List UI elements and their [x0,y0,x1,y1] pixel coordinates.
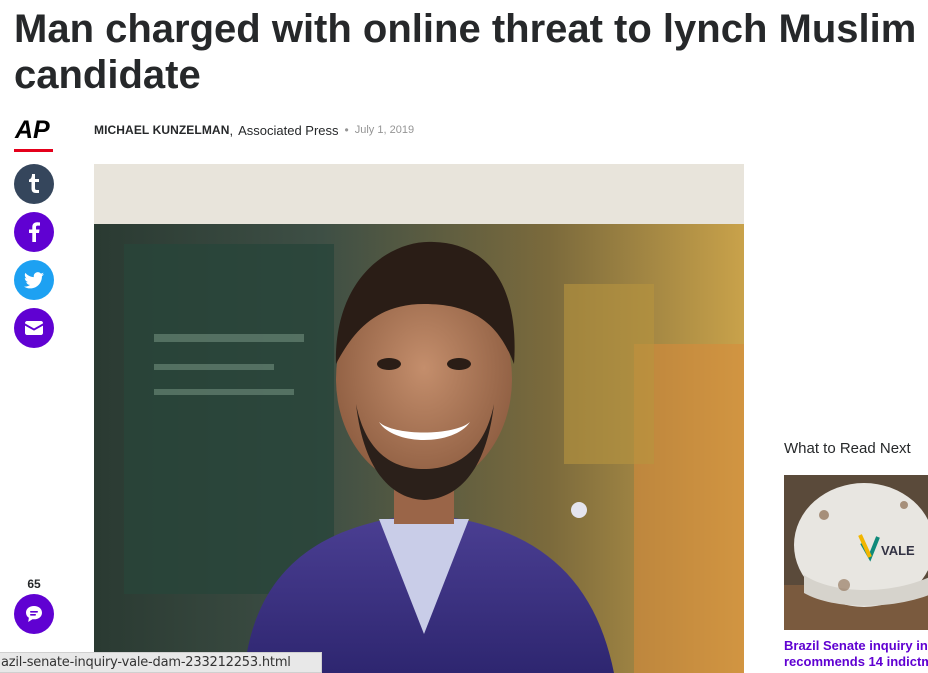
share-facebook-button[interactable] [14,212,54,252]
ap-logo-icon: AP [14,116,50,144]
provider-name[interactable]: Associated Press [238,123,338,138]
candidate-portrait-image [94,164,744,673]
ap-logo-underline [14,149,53,152]
email-icon [25,321,43,335]
helmet-image: VALE [784,475,928,630]
comment-count[interactable]: 65 [14,577,54,591]
ap-logo-text: AP [14,116,50,144]
byline-separator: • [344,123,349,137]
byline: MICHAEL KUNZELMAN , Associated Press • J… [94,121,414,139]
tumblr-icon [29,174,39,193]
what-to-read-next-heading: What to Read Next [784,440,911,457]
helmet-brand-text: VALE [881,543,915,558]
share-email-button[interactable] [14,308,54,348]
read-next-headline[interactable]: Brazil Senate inquiry in recommends 14 i… [784,638,928,670]
author-name[interactable]: MICHAEL KUNZELMAN [94,123,229,137]
article-headline: Man charged with online threat to lynch … [14,7,917,97]
share-twitter-button[interactable] [14,260,54,300]
article-hero-image[interactable] [94,164,744,673]
comments-button[interactable] [14,594,54,634]
byline-comma: , [229,122,234,138]
publisher-logo[interactable]: AP [14,114,53,152]
status-bar-url: azil-senate-inquiry-vale-dam-233212253.h… [0,652,322,673]
read-next-headline-line2: recommends 14 indictm [784,654,928,669]
twitter-icon [24,271,44,288]
read-next-headline-line1: Brazil Senate inquiry in [784,638,928,653]
share-tumblr-button[interactable] [14,164,54,204]
publish-date: July 1, 2019 [354,124,415,136]
facebook-icon [28,222,40,242]
read-next-thumbnail[interactable]: VALE [784,475,928,630]
comment-icon [26,606,42,622]
